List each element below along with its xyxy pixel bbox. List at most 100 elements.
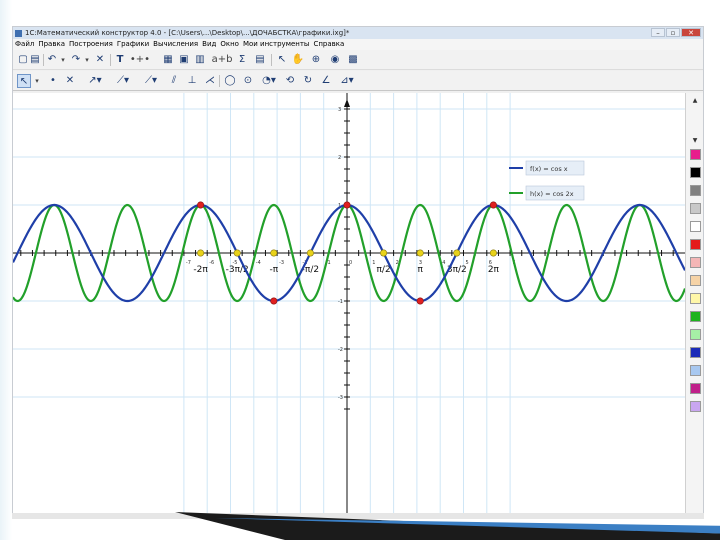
intersection-tool-icon[interactable]: ✕ bbox=[63, 74, 77, 88]
close-button[interactable]: ✕ bbox=[681, 28, 701, 37]
line-tool-icon[interactable]: ⟋▾ bbox=[111, 74, 135, 88]
rotate-tool-icon[interactable]: ↻ bbox=[301, 74, 315, 88]
legend-label: f(x) = cos x bbox=[530, 165, 568, 173]
y-axis-number-label: -2 bbox=[338, 347, 343, 353]
yellow-zero-point[interactable] bbox=[416, 249, 424, 257]
variables-icon[interactable]: •+• bbox=[129, 53, 151, 67]
palette-swatch[interactable] bbox=[690, 329, 701, 340]
select-tool-icon[interactable]: ↖ bbox=[17, 74, 31, 88]
angle-tool-icon[interactable]: ∠ bbox=[319, 74, 333, 88]
menu-help[interactable]: Справка bbox=[311, 39, 346, 50]
image-icon[interactable]: ▥ bbox=[193, 53, 207, 67]
y-axis-number-label: 3 bbox=[338, 107, 341, 113]
undo-dropdown-icon[interactable]: ▾ bbox=[59, 53, 67, 67]
red-extremum-point[interactable] bbox=[416, 297, 424, 305]
palette-swatch[interactable] bbox=[690, 149, 701, 160]
drawing-canvas[interactable]: -7 -6 -5 -4 -3 -2 -1 0 1 2 3 4 5 6 7 3 2 1 -1 -2 -3 -2π -3π/2-… bbox=[12, 93, 687, 513]
text-tool-icon[interactable]: T bbox=[113, 53, 127, 67]
title-bar: 1С:Математический конструктор 4.0 - [C:\… bbox=[13, 27, 703, 39]
red-extremum-point[interactable] bbox=[489, 201, 497, 209]
palette-swatch[interactable] bbox=[690, 185, 701, 196]
vector-tool-icon[interactable]: ↗▾ bbox=[83, 74, 107, 88]
view-icon[interactable]: ◉ bbox=[327, 53, 343, 67]
yellow-zero-point[interactable] bbox=[489, 249, 497, 257]
palette-swatch[interactable] bbox=[690, 365, 701, 376]
yellow-zero-point[interactable] bbox=[380, 249, 388, 257]
new-document-icon[interactable]: ▢ bbox=[17, 53, 29, 67]
perpendicular-tool-icon[interactable]: ⊥ bbox=[185, 74, 199, 88]
pan-icon[interactable]: ✋ bbox=[291, 53, 305, 67]
arc-tool-icon[interactable]: ◔▾ bbox=[259, 74, 279, 88]
palette-swatch[interactable] bbox=[690, 257, 701, 268]
palette-icon[interactable]: ▩ bbox=[345, 53, 361, 67]
y-axis-arrow-icon bbox=[344, 99, 350, 107]
yellow-zero-point[interactable] bbox=[270, 249, 278, 257]
red-extremum-point[interactable] bbox=[343, 201, 351, 209]
y-axis-number-label: -1 bbox=[338, 299, 343, 305]
palette-swatch[interactable] bbox=[690, 203, 701, 214]
segment-tool-icon[interactable]: ⟋▾ bbox=[139, 74, 163, 88]
palette-swatch[interactable] bbox=[690, 347, 701, 358]
sigma-icon[interactable]: Σ bbox=[235, 53, 249, 67]
window-title: 1С:Математический конструктор 4.0 - [C:\… bbox=[25, 29, 350, 37]
undo-icon[interactable]: ↶ bbox=[45, 53, 59, 67]
color-palette-panel: ▲ ▼ bbox=[685, 93, 703, 513]
point-tool-icon[interactable]: • bbox=[47, 74, 59, 88]
reflect-tool-icon[interactable]: ⟲ bbox=[283, 74, 297, 88]
x-axis-number-label: -6 bbox=[209, 260, 214, 266]
palette-scroll-down-icon[interactable]: ▼ bbox=[689, 137, 701, 145]
palette-swatch[interactable] bbox=[690, 239, 701, 250]
palette-swatch[interactable] bbox=[690, 293, 701, 304]
y-axis-number-label: 2 bbox=[338, 155, 341, 161]
palette-swatch[interactable] bbox=[690, 167, 701, 178]
restore-button[interactable]: ▫ bbox=[666, 28, 680, 37]
menu-calculations[interactable]: Вычисления bbox=[151, 39, 200, 50]
legend-label: h(x) = cos 2x bbox=[530, 190, 574, 198]
circle-tool-icon[interactable]: ◯ bbox=[223, 74, 237, 88]
redo-icon[interactable]: ↷ bbox=[69, 53, 83, 67]
x-axis-pi-label: π bbox=[417, 265, 423, 275]
red-extremum-point[interactable] bbox=[270, 297, 278, 305]
x-axis-number-label: -4 bbox=[256, 260, 261, 266]
menu-edit[interactable]: Правка bbox=[36, 39, 67, 50]
measure-tool-icon[interactable]: ⊿▾ bbox=[337, 74, 357, 88]
menu-window[interactable]: Окно bbox=[218, 39, 241, 50]
table-icon[interactable]: ▦ bbox=[161, 53, 175, 67]
yellow-zero-point[interactable] bbox=[453, 249, 461, 257]
menu-file[interactable]: Файл bbox=[13, 39, 36, 50]
palette-scroll-up-icon[interactable]: ▲ bbox=[689, 97, 701, 105]
fraction-icon[interactable]: a+b bbox=[211, 53, 233, 67]
redo-dropdown-icon[interactable]: ▾ bbox=[83, 53, 91, 67]
scale-icon[interactable]: ▣ bbox=[177, 53, 191, 67]
delete-icon[interactable]: ✕ bbox=[93, 53, 107, 67]
palette-swatch[interactable] bbox=[690, 401, 701, 412]
menu-graphs[interactable]: Графики bbox=[115, 39, 151, 50]
minimize-button[interactable]: – bbox=[651, 28, 665, 37]
yellow-zero-point[interactable] bbox=[306, 249, 314, 257]
open-icon[interactable]: ▤ bbox=[29, 53, 41, 67]
x-axis-pi-label: -2π bbox=[193, 265, 208, 275]
red-extremum-point[interactable] bbox=[197, 201, 205, 209]
palette-swatch[interactable] bbox=[690, 383, 701, 394]
menu-bar: Файл Правка Построения Графики Вычислени… bbox=[13, 39, 703, 50]
y-axis-number-label: -3 bbox=[338, 395, 343, 401]
function-graph: -7 -6 -5 -4 -3 -2 -1 0 1 2 3 4 5 6 7321-1-2-3-2π -3π/2-… bbox=[12, 93, 687, 513]
yellow-zero-point[interactable] bbox=[233, 249, 241, 257]
menu-my-tools[interactable]: Мои инструменты bbox=[241, 39, 312, 50]
select-dropdown-icon[interactable]: ▾ bbox=[33, 74, 41, 88]
x-axis-number-label: 1 bbox=[372, 260, 375, 266]
circle-center-tool-icon[interactable]: ⊙ bbox=[241, 74, 255, 88]
yellow-zero-point[interactable] bbox=[197, 249, 205, 257]
bisector-tool-icon[interactable]: ⋌ bbox=[203, 74, 217, 88]
palette-swatch[interactable] bbox=[690, 275, 701, 286]
palette-swatch[interactable] bbox=[690, 311, 701, 322]
parallel-tool-icon[interactable]: ⫽ bbox=[167, 74, 181, 88]
calculator-icon[interactable]: ▤ bbox=[253, 53, 267, 67]
menu-view[interactable]: Вид bbox=[200, 39, 218, 50]
menu-constructions[interactable]: Построения bbox=[67, 39, 115, 50]
slide-decoration bbox=[175, 512, 720, 540]
x-axis-number-label: 4 bbox=[442, 260, 445, 266]
zoom-icon[interactable]: ⊕ bbox=[309, 53, 323, 67]
pointer-tool-icon[interactable]: ↖ bbox=[275, 53, 289, 67]
palette-swatch[interactable] bbox=[690, 221, 701, 232]
